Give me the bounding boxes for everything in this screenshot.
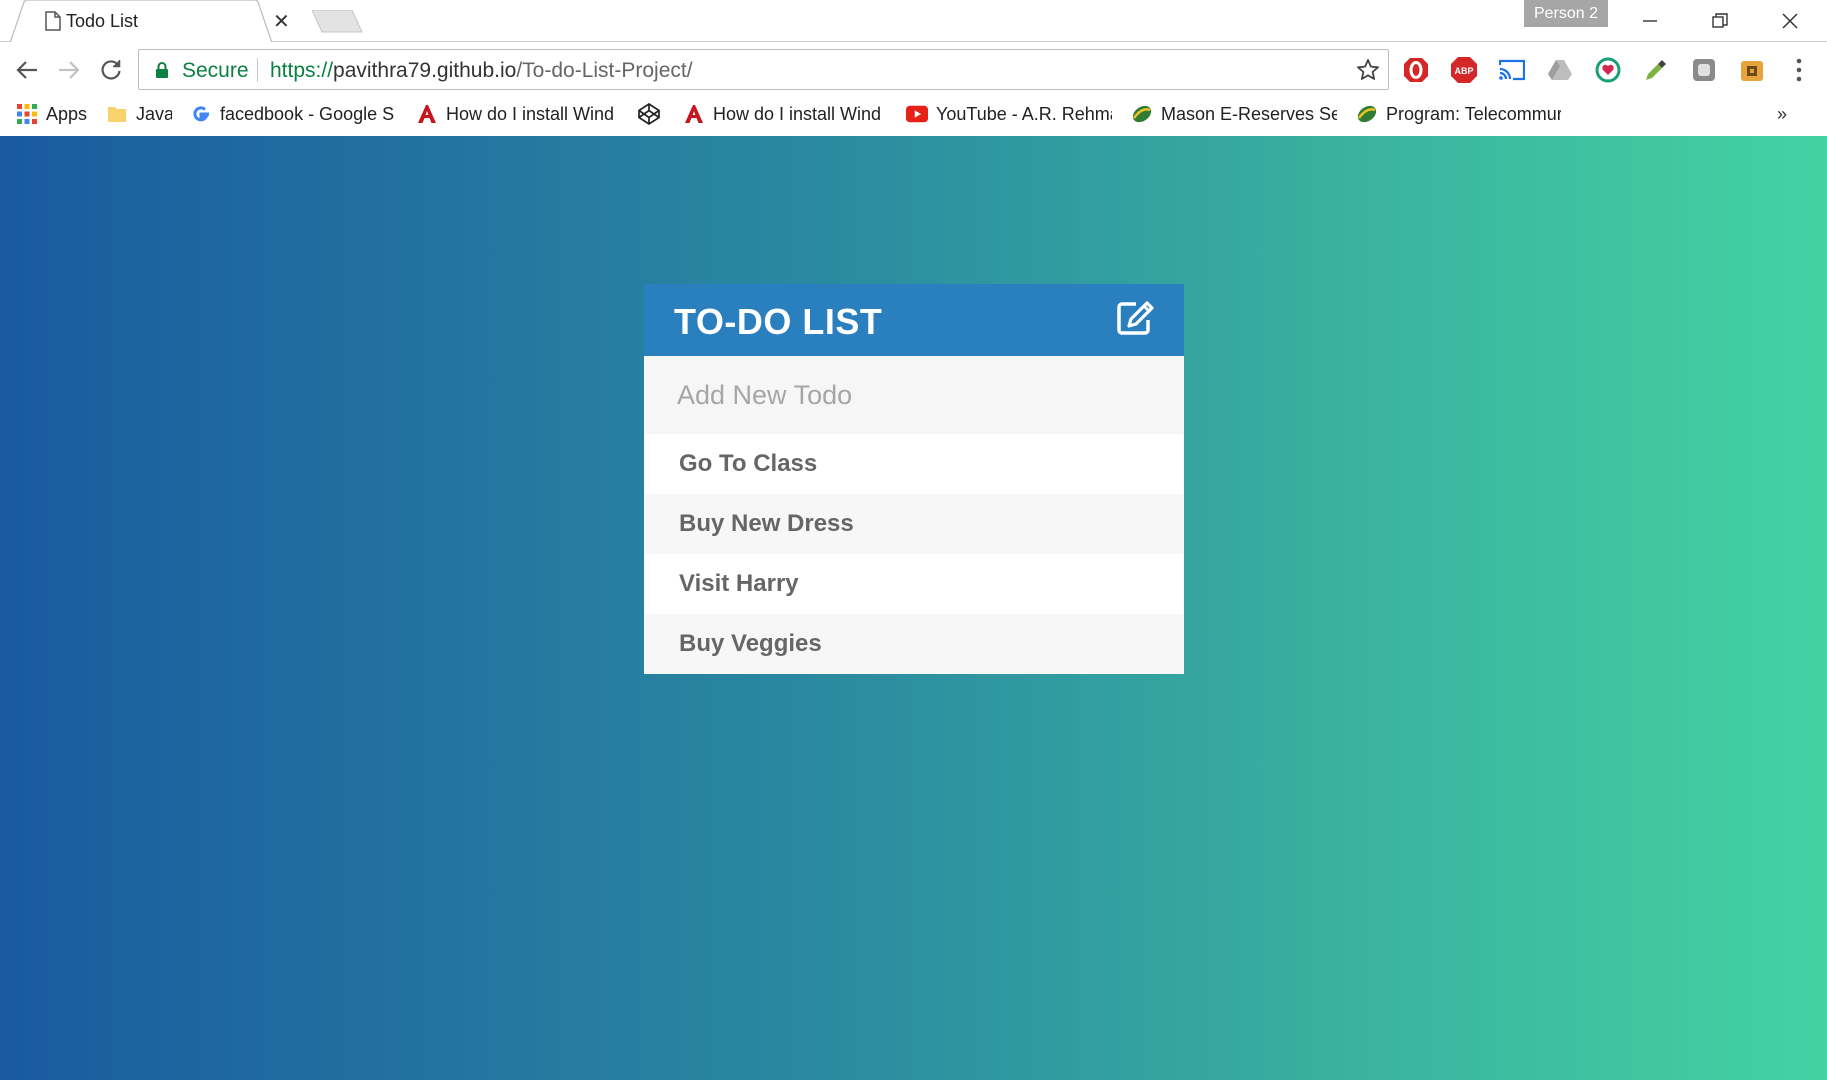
- extension-heart-icon[interactable]: [1594, 56, 1622, 84]
- restore-icon: [1712, 13, 1728, 28]
- bookmark-install-windows-1[interactable]: How do I install Wind: [416, 101, 621, 127]
- back-button[interactable]: [14, 57, 40, 83]
- address-divider: [257, 58, 258, 82]
- window-close-button[interactable]: [1755, 0, 1825, 42]
- bookmark-codepen[interactable]: [638, 101, 668, 127]
- todo-item[interactable]: Buy New Dress: [644, 494, 1184, 554]
- todo-item[interactable]: Go To Class: [644, 434, 1184, 494]
- tab-title: Todo List: [66, 11, 139, 31]
- profile-button[interactable]: Person 2: [1524, 0, 1608, 27]
- forward-button[interactable]: [56, 57, 82, 83]
- bookmarks-overflow-button[interactable]: »: [1777, 104, 1787, 125]
- reload-button[interactable]: [98, 57, 124, 83]
- cast-icon-graphic: [1499, 59, 1525, 81]
- back-arrow-icon: [16, 61, 37, 79]
- mason-icon: [1131, 103, 1153, 125]
- heart-extension-graphic: [1595, 57, 1621, 83]
- menu-kebab-icon[interactable]: [1789, 57, 1809, 83]
- gray-extension-graphic: [1693, 59, 1715, 81]
- bookmark-label: How do I install Wind: [446, 103, 615, 124]
- acrobat-icon: [683, 103, 705, 125]
- apps-grid-icon: [16, 103, 38, 125]
- add-todo-input[interactable]: [644, 356, 1184, 434]
- browser-tab[interactable]: Todo List ✕: [10, 0, 310, 43]
- bookmark-label: How do I install Wind: [713, 103, 882, 124]
- bookmark-mason-ereserves[interactable]: Mason E-Reserves Sea: [1131, 101, 1337, 127]
- todo-title: TO-DO LIST: [674, 301, 883, 342]
- bookmark-label: facedbook - Google S: [220, 103, 395, 124]
- opera-icon-graphic: [1404, 58, 1428, 82]
- reload-icon: [101, 60, 121, 80]
- todo-card: TO-DO LIST Go To Class Buy New Dress Vis…: [644, 284, 1184, 674]
- drive-icon-graphic: [1548, 60, 1572, 80]
- url-text[interactable]: https://pavithra79.github.io/To-do-List-…: [270, 59, 693, 83]
- close-icon[interactable]: ✕: [273, 9, 290, 34]
- bookmarks-bar: Apps Java facedbook - Google S How do I …: [0, 96, 1827, 136]
- edit-icon[interactable]: [1116, 300, 1156, 336]
- opera-icon[interactable]: [1402, 56, 1430, 84]
- document-icon: [45, 11, 61, 31]
- bookmark-label: Mason E-Reserves Sea: [1161, 103, 1337, 124]
- browser-toolbar: Secure https://pavithra79.github.io/To-d…: [0, 42, 1827, 96]
- todo-item[interactable]: Buy Veggies: [644, 614, 1184, 674]
- todo-header: TO-DO LIST: [644, 284, 1184, 356]
- youtube-icon: [906, 103, 928, 125]
- bookmark-label: Java: [136, 103, 172, 124]
- svg-text:ABP: ABP: [1454, 66, 1473, 76]
- todo-list: Go To Class Buy New Dress Visit Harry Bu…: [644, 434, 1184, 674]
- bookmark-label: YouTube - A.R. Rehma: [936, 103, 1112, 124]
- secure-label: Secure: [182, 59, 249, 82]
- user-extension-graphic: [1741, 61, 1763, 81]
- minimize-button[interactable]: [1615, 0, 1685, 42]
- address-bar[interactable]: Secure https://pavithra79.github.io/To-d…: [138, 49, 1389, 90]
- bookmark-star-icon[interactable]: [1356, 58, 1380, 82]
- codepen-icon: [638, 103, 660, 125]
- tab-strip: Todo List ✕ Person 2: [0, 0, 1827, 43]
- todo-item[interactable]: Visit Harry: [644, 554, 1184, 614]
- url-scheme: https://: [270, 59, 334, 82]
- extension-user-icon[interactable]: [1738, 56, 1766, 84]
- adblock-icon-graphic: ABP: [1451, 57, 1477, 83]
- forward-arrow-icon: [59, 61, 80, 79]
- eyedropper-icon: [1646, 60, 1666, 80]
- bookmark-java[interactable]: Java: [106, 101, 172, 127]
- drive-icon[interactable]: [1546, 56, 1574, 84]
- acrobat-icon: [416, 103, 438, 125]
- page-background: TO-DO LIST Go To Class Buy New Dress Vis…: [0, 136, 1827, 1080]
- bookmark-install-windows-2[interactable]: How do I install Wind: [683, 101, 888, 127]
- url-host: pavithra79.github.io: [333, 59, 517, 82]
- minimize-icon: [1643, 20, 1657, 22]
- mason-icon: [1356, 103, 1378, 125]
- google-icon: [190, 103, 212, 125]
- adblock-icon[interactable]: ABP: [1450, 56, 1478, 84]
- color-picker-icon[interactable]: [1642, 56, 1670, 84]
- bookmark-label: Apps: [46, 103, 88, 124]
- bookmark-label: Program: Telecommur: [1386, 103, 1561, 124]
- extension-gray-icon[interactable]: [1690, 56, 1718, 84]
- cast-icon[interactable]: [1498, 56, 1526, 84]
- bookmark-youtube[interactable]: YouTube - A.R. Rehma: [906, 101, 1112, 127]
- new-tab-button[interactable]: [312, 10, 364, 34]
- bookmark-apps[interactable]: Apps: [16, 101, 92, 127]
- lock-icon: [156, 62, 168, 78]
- folder-icon: [106, 103, 128, 125]
- restore-button[interactable]: [1685, 0, 1755, 42]
- close-window-icon: [1782, 13, 1798, 29]
- url-path: /To-do-List-Project/: [516, 59, 693, 82]
- bookmark-program-telecommute[interactable]: Program: Telecommur: [1356, 101, 1561, 127]
- bookmark-facedbook-google[interactable]: facedbook - Google S: [190, 101, 395, 127]
